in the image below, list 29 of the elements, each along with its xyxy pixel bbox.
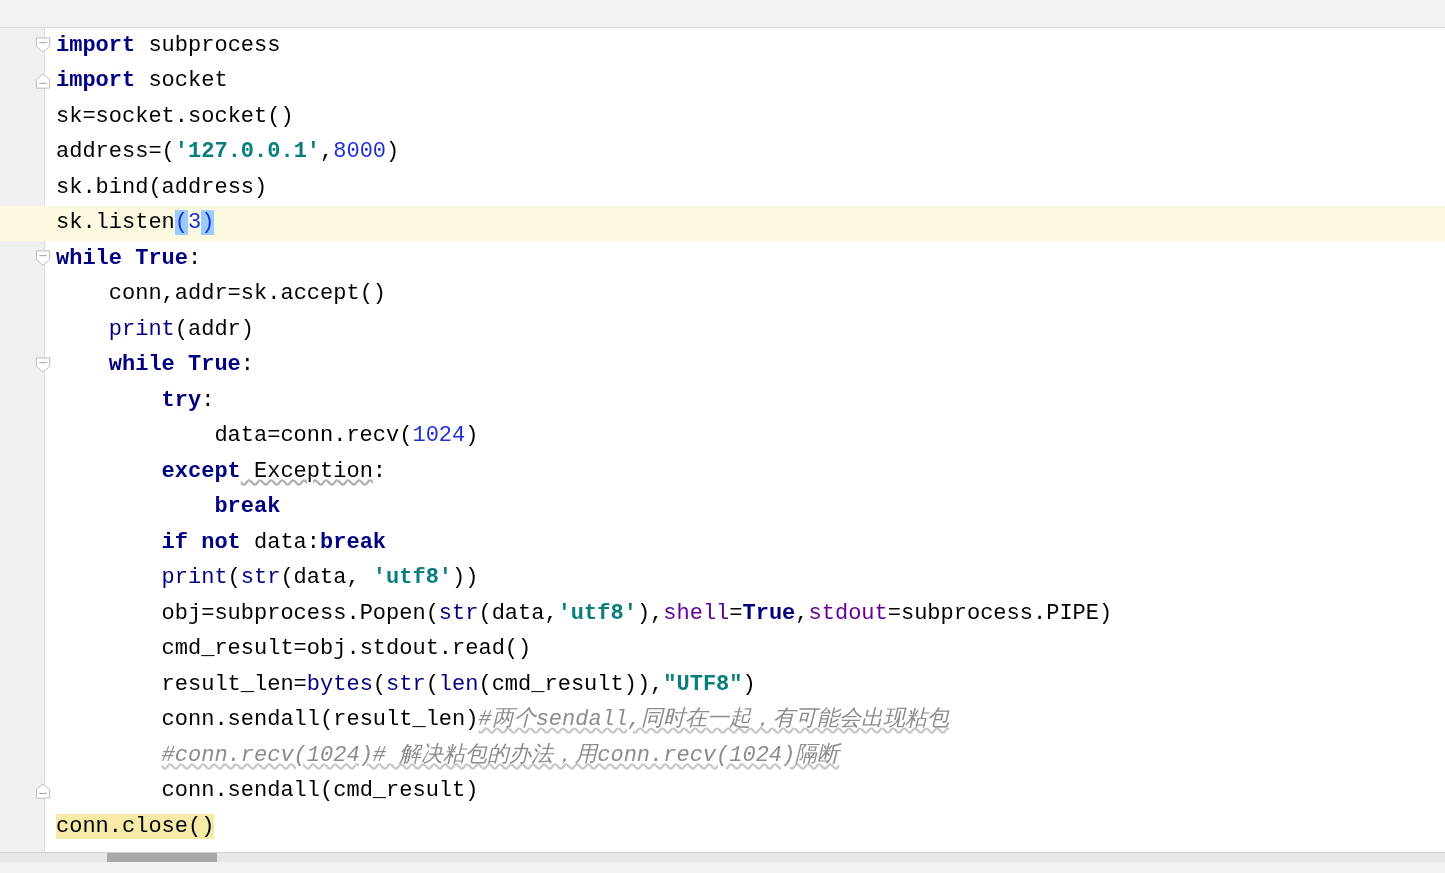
code-line: break: [214, 496, 281, 519]
code-line: data=conn.recv(1024): [214, 425, 479, 448]
code-line: address=('127.0.0.1',8000): [56, 141, 400, 164]
fold-marker-icon[interactable]: [35, 782, 52, 800]
horizontal-scrollbar[interactable]: [0, 852, 1445, 862]
code-line: conn.sendall(result_len)#两个sendall,同时在一起，有可能会出现粘包: [161, 709, 950, 732]
code-line: print(str(data, 'utf8')): [161, 567, 479, 590]
code-line: while True:: [108, 354, 255, 377]
fold-marker-icon[interactable]: [35, 250, 52, 268]
code-line: obj=subprocess.Popen(str(data,'utf8'),shell=True,stdout=subprocess.PIPE): [161, 602, 1113, 625]
code-line: #conn.recv(1024)# 解决粘包的办法，用conn.recv(1024)隔断: [161, 744, 840, 767]
code-line: except Exception:: [161, 460, 387, 483]
code-line: try:: [161, 389, 215, 412]
code-line: sk.listen(3): [56, 212, 215, 235]
code-line: if not data:break: [161, 531, 387, 554]
fold-marker-icon[interactable]: [35, 37, 52, 55]
code-line: result_len=bytes(str(len(cmd_result)),"UTF8"): [161, 673, 756, 696]
code-line: import subprocess: [56, 34, 281, 57]
fold-marker-icon[interactable]: [35, 356, 52, 374]
code-line: conn.sendall(cmd_result): [161, 780, 479, 803]
scrollbar-thumb[interactable]: [107, 853, 217, 862]
code-line: cmd_result=obj.stdout.read(): [161, 638, 532, 661]
code-line: print(addr): [108, 318, 255, 341]
code-line: import socket: [56, 70, 228, 93]
fold-marker-icon[interactable]: [35, 72, 52, 90]
code-line: while True:: [56, 247, 202, 270]
code-line: sk.bind(address): [56, 176, 268, 199]
code-line: conn,addr=sk.accept(): [108, 283, 387, 306]
code-line: sk=socket.socket(): [56, 105, 294, 128]
